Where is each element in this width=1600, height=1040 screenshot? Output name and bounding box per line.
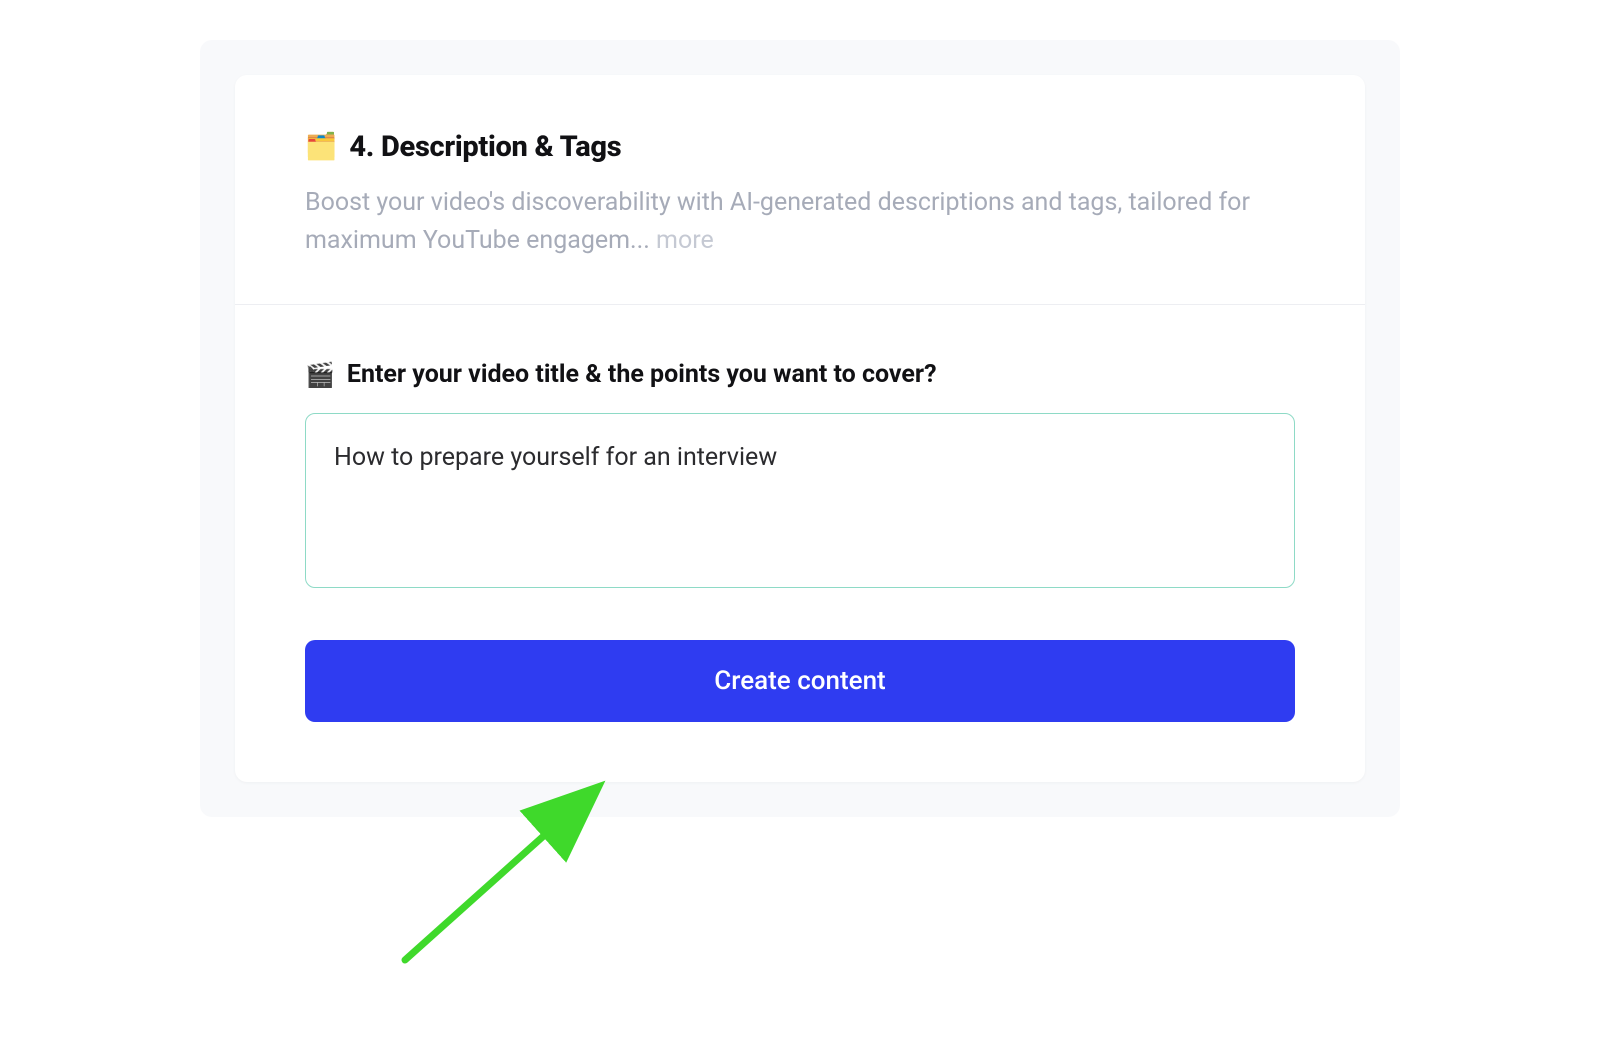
- card-header: 🗂️ 4. Description & Tags Boost your vide…: [235, 75, 1365, 305]
- description-tags-icon: 🗂️: [305, 134, 337, 160]
- input-label-row: 🎬 Enter your video title & the points yo…: [305, 360, 1295, 389]
- title-row: 🗂️ 4. Description & Tags: [305, 130, 1295, 164]
- description-tags-card: 🗂️ 4. Description & Tags Boost your vide…: [235, 75, 1365, 782]
- create-content-button[interactable]: Create content: [305, 640, 1295, 722]
- description-text: Boost your video's discoverability with …: [305, 188, 1250, 255]
- page-container: 🗂️ 4. Description & Tags Boost your vide…: [200, 40, 1400, 817]
- section-description: Boost your video's discoverability with …: [305, 184, 1295, 259]
- section-title: 4. Description & Tags: [349, 130, 621, 164]
- card-body: 🎬 Enter your video title & the points yo…: [235, 305, 1365, 782]
- annotation-arrow-icon: [385, 760, 645, 980]
- more-link[interactable]: more: [656, 226, 714, 255]
- video-title-input[interactable]: [305, 413, 1295, 588]
- clapper-icon: 🎬: [305, 363, 335, 387]
- input-label: Enter your video title & the points you …: [347, 360, 937, 389]
